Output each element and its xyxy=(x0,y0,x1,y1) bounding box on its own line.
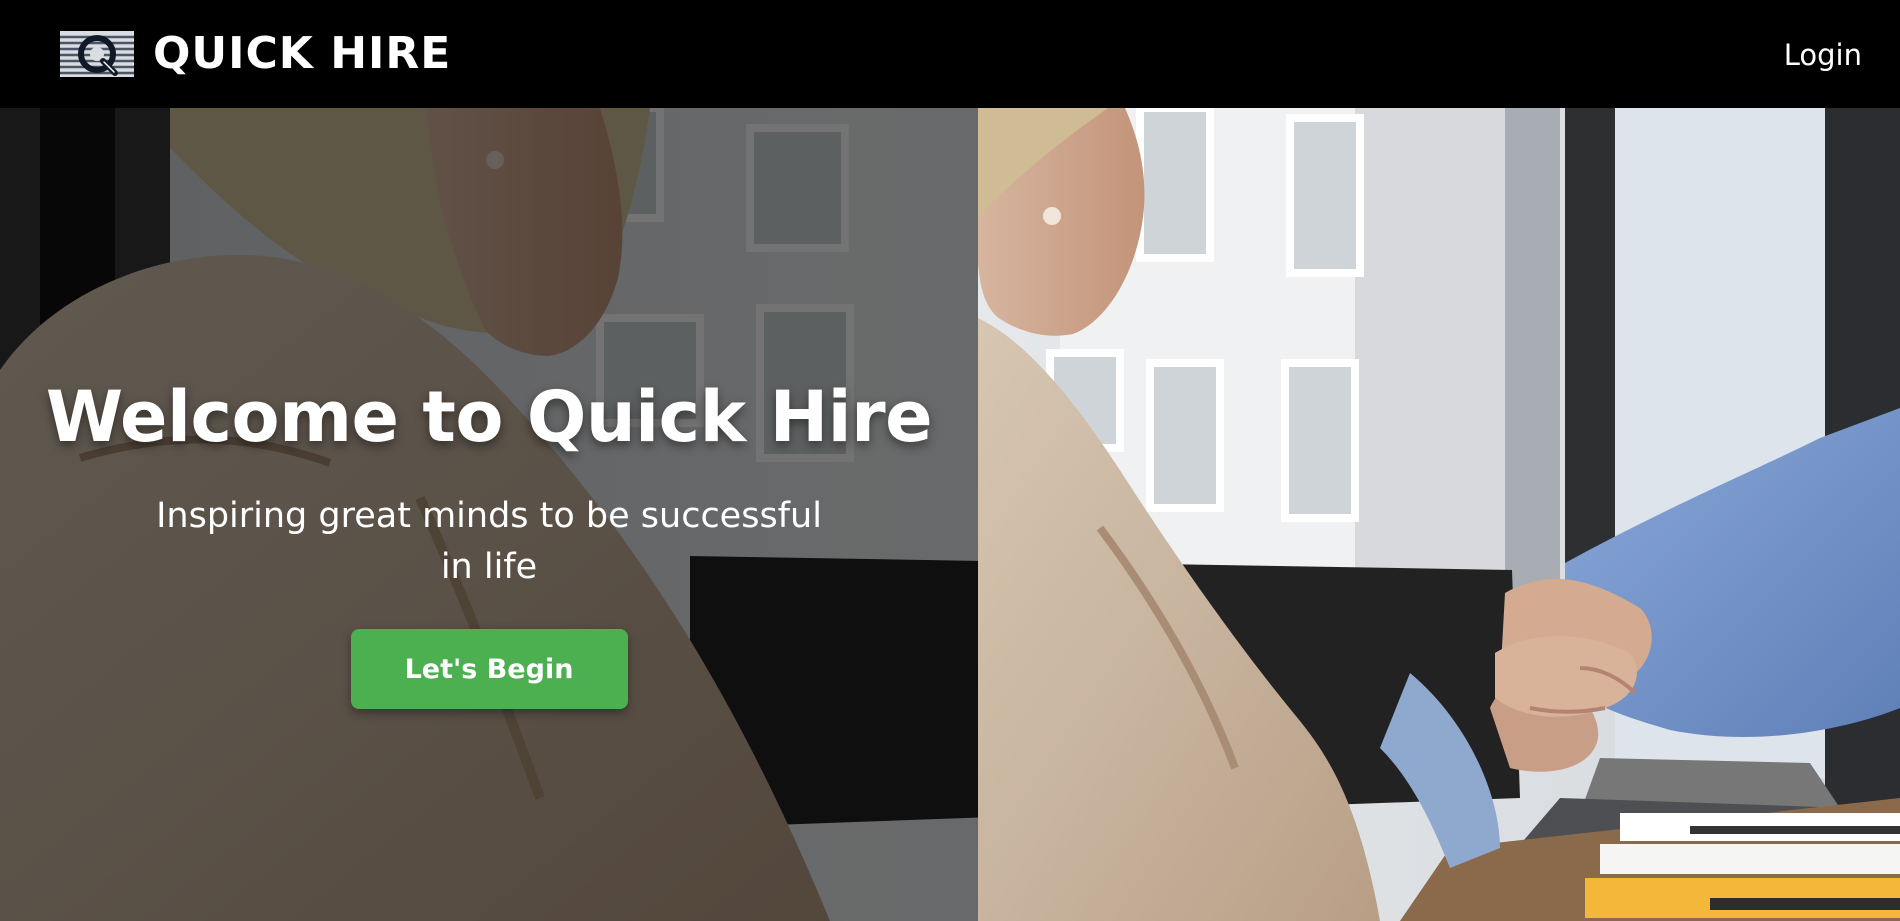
top-navigation-bar: QUICK HIRE Login xyxy=(0,0,1900,108)
hero-content: Welcome to Quick Hire Inspiring great mi… xyxy=(0,108,978,921)
lets-begin-button[interactable]: Let's Begin xyxy=(350,629,628,710)
hero-section: Welcome to Quick Hire Inspiring great mi… xyxy=(0,108,1900,921)
hero-subtitle: Inspiring great minds to be successful i… xyxy=(156,496,822,588)
brand[interactable]: QUICK HIRE xyxy=(60,31,451,77)
quick-hire-q-logo-icon xyxy=(60,31,134,77)
login-link[interactable]: Login xyxy=(1784,38,1862,72)
brand-name: QUICK HIRE xyxy=(153,28,452,79)
hero-title: Welcome to Quick Hire xyxy=(45,376,933,458)
